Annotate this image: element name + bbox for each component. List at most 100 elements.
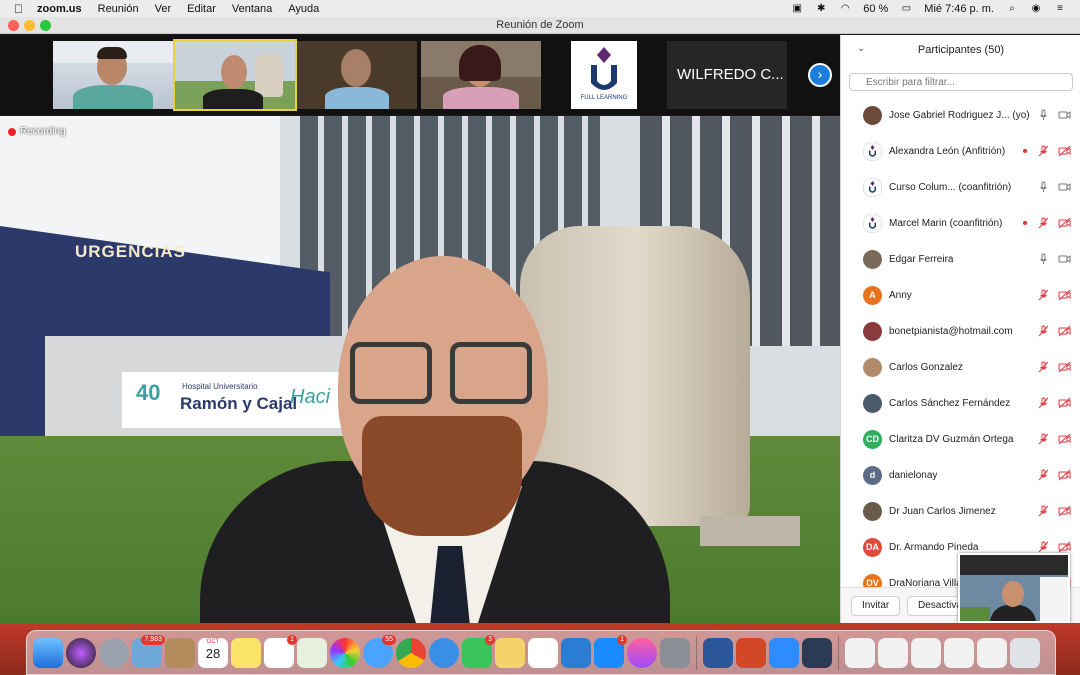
kindle-icon[interactable] [802, 637, 832, 668]
word-icon[interactable] [703, 637, 733, 668]
collapse-chevron-icon[interactable]: ⌄ [857, 43, 865, 54]
chrome-icon[interactable] [396, 637, 426, 668]
trash-icon[interactable] [1010, 637, 1040, 668]
contacts-icon[interactable] [165, 637, 195, 668]
siri-icon[interactable]: ◉ [1030, 3, 1042, 14]
microphone-muted-icon[interactable] [1037, 325, 1050, 337]
camera-off-icon[interactable] [1058, 505, 1071, 517]
menu-ver[interactable]: Ver [155, 3, 172, 15]
zoom-status-icon[interactable]: ▣ [791, 3, 803, 14]
participant-name-tile[interactable]: WILFREDO C... [667, 41, 787, 109]
safari-icon[interactable] [429, 637, 459, 668]
control-center-icon[interactable]: ≡ [1054, 3, 1066, 14]
participant-name: DraNoriana Villa [889, 577, 962, 588]
menu-editar[interactable]: Editar [187, 3, 216, 15]
participant-initials-avatar: A [863, 285, 882, 305]
pages-icon[interactable] [495, 637, 525, 668]
participant-video-thumb[interactable] [53, 41, 173, 109]
microphone-muted-icon[interactable] [1037, 469, 1050, 481]
participant-row[interactable]: Dr Juan Carlos Jimenez [841, 493, 1080, 529]
participant-name: Marcel Marin (coanfitrión) [889, 217, 1003, 229]
numbers-icon[interactable] [528, 637, 558, 668]
camera-icon[interactable] [1058, 109, 1071, 121]
microphone-muted-icon[interactable] [1037, 145, 1050, 157]
participant-status-icons [1037, 505, 1071, 517]
camera-off-icon[interactable] [1058, 361, 1071, 373]
menubar-clock[interactable]: Mié 7:46 p. m. [924, 3, 994, 15]
calendar-icon[interactable]: OCT 28 [198, 637, 228, 668]
notes-icon[interactable] [231, 637, 261, 668]
apple-menu-icon[interactable]:  [14, 2, 23, 16]
reminders-icon[interactable]: 1 [264, 634, 297, 668]
participant-row[interactable]: Carlos Sánchez Fernández [841, 385, 1080, 421]
microphone-muted-icon[interactable] [1037, 289, 1050, 301]
microphone-muted-icon[interactable] [1037, 361, 1050, 373]
music-icon[interactable] [627, 637, 657, 668]
camera-icon[interactable] [1058, 253, 1071, 265]
camera-off-icon[interactable] [1058, 325, 1071, 337]
camera-icon[interactable] [1058, 181, 1071, 193]
next-page-button[interactable]: › [808, 63, 832, 87]
maps-icon[interactable] [297, 637, 327, 668]
menu-reunion[interactable]: Reunión [98, 3, 139, 15]
facetime-icon[interactable]: 3 [462, 634, 495, 668]
messages-icon[interactable]: 55 [363, 634, 396, 668]
camera-off-icon[interactable] [1058, 145, 1071, 157]
self-view-thumbnail[interactable] [958, 553, 1070, 623]
menu-ayuda[interactable]: Ayuda [288, 3, 319, 15]
minimized-window-5-icon[interactable] [977, 637, 1007, 668]
keynote-icon[interactable] [561, 637, 591, 668]
battery-percent[interactable]: 60 % [863, 3, 888, 15]
launchpad-icon[interactable] [99, 637, 129, 668]
active-speaker-video[interactable]: URGENCIAS 40 Hospital Universitario Ramó… [0, 116, 840, 623]
siri-icon[interactable] [66, 637, 96, 668]
microphone-icon[interactable] [1037, 181, 1050, 193]
photo-app-icon[interactable]: 7.983 [132, 634, 165, 668]
participant-row[interactable]: bonetpianista@hotmail.com [841, 313, 1080, 349]
minimized-window-3-icon[interactable] [911, 637, 941, 668]
system-preferences-icon[interactable] [660, 637, 690, 668]
participant-filter-input[interactable] [849, 73, 1073, 91]
powerpoint-icon[interactable] [736, 637, 766, 668]
menu-ventana[interactable]: Ventana [232, 3, 272, 15]
microphone-icon[interactable] [1037, 109, 1050, 121]
photos-icon[interactable] [330, 637, 360, 668]
microphone-muted-icon[interactable] [1037, 541, 1050, 553]
wifi-icon[interactable]: ◠ [839, 3, 851, 14]
participant-row[interactable]: Alexandra León (Anfitrión) [841, 133, 1080, 169]
participant-row[interactable]: A Anny [841, 277, 1080, 313]
zoom-icon[interactable] [769, 637, 799, 668]
participant-row[interactable]: Curso Colum... (coanfitrión) [841, 169, 1080, 205]
microphone-muted-icon[interactable] [1037, 217, 1050, 229]
participant-row[interactable]: d danielonay [841, 457, 1080, 493]
active-speaker-thumb[interactable] [173, 39, 297, 111]
camera-off-icon[interactable] [1058, 541, 1071, 553]
participant-row[interactable]: CD Claritza DV Guzmán Ortega [841, 421, 1080, 457]
camera-off-icon[interactable] [1058, 217, 1071, 229]
camera-off-icon[interactable] [1058, 289, 1071, 301]
spotlight-search-icon[interactable]: ⌕ [1006, 3, 1018, 14]
minimized-window-1-icon[interactable] [845, 637, 875, 668]
app-store-icon[interactable]: 1 [594, 634, 627, 668]
microphone-muted-icon[interactable] [1037, 433, 1050, 445]
participant-row[interactable]: Carlos Gonzalez [841, 349, 1080, 385]
participant-row[interactable]: Marcel Marin (coanfitrión) [841, 205, 1080, 241]
microphone-icon[interactable] [1037, 253, 1050, 265]
microphone-muted-icon[interactable] [1037, 505, 1050, 517]
camera-off-icon[interactable] [1058, 433, 1071, 445]
participant-row[interactable]: Edgar Ferreira [841, 241, 1080, 277]
menu-app-name[interactable]: zoom.us [37, 3, 82, 15]
camera-off-icon[interactable] [1058, 469, 1071, 481]
microphone-muted-icon[interactable] [1037, 397, 1050, 409]
invite-button[interactable]: Invitar [851, 596, 901, 616]
hospital-sign-name: Ramón y Cajal [180, 394, 298, 413]
participant-video-thumb[interactable] [421, 41, 541, 109]
participant-video-thumb[interactable] [297, 41, 417, 109]
minimized-window-2-icon[interactable] [878, 637, 908, 668]
participant-row[interactable]: Jose Gabriel Rodriguez J... (yo) [841, 97, 1080, 133]
full-learning-logo-thumb[interactable]: FULL LEARNING [571, 41, 637, 109]
finder-icon[interactable] [33, 637, 63, 668]
minimized-window-4-icon[interactable] [944, 637, 974, 668]
camera-off-icon[interactable] [1058, 397, 1071, 409]
bluetooth-icon[interactable]: ✱ [815, 3, 827, 14]
